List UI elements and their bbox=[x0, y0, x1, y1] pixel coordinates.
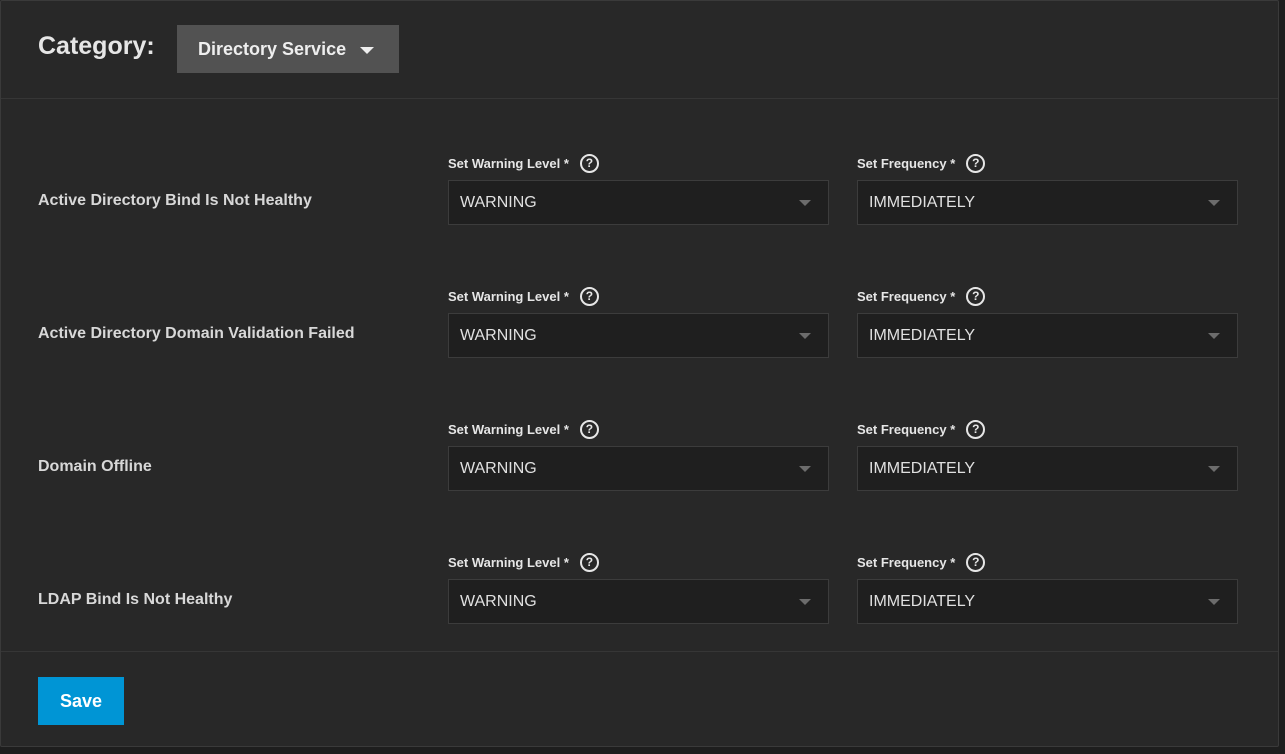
frequency-value: IMMEDIATELY bbox=[869, 592, 976, 610]
alert-label: LDAP Bind Is Not Healthy bbox=[38, 591, 233, 608]
chevron-down-icon bbox=[1208, 466, 1220, 472]
warning-level-value: WARNING bbox=[460, 459, 537, 477]
frequency-label: Set Frequency * bbox=[857, 422, 956, 437]
alert-row: Domain Offline Set Warning Level * ? WAR… bbox=[1, 402, 1278, 535]
frequency-value: IMMEDIATELY bbox=[869, 459, 976, 477]
chevron-down-icon bbox=[360, 47, 375, 54]
alert-settings-panel: Category: Directory Service Active Direc… bbox=[0, 0, 1279, 747]
frequency-value: IMMEDIATELY bbox=[869, 326, 976, 344]
help-circle-icon[interactable]: ? bbox=[579, 420, 599, 439]
warning-level-label: Set Warning Level * bbox=[448, 422, 569, 437]
chevron-down-icon bbox=[1208, 200, 1220, 206]
category-label: Category: bbox=[38, 32, 155, 60]
chevron-down-icon bbox=[1208, 599, 1220, 605]
panel-header: Category: Directory Service bbox=[1, 1, 1278, 99]
frequency-select[interactable]: IMMEDIATELY bbox=[857, 313, 1238, 358]
help-circle-icon[interactable]: ? bbox=[966, 154, 986, 173]
save-button[interactable]: Save bbox=[38, 677, 124, 725]
frequency-value: IMMEDIATELY bbox=[869, 193, 976, 211]
warning-level-select[interactable]: WARNING bbox=[448, 313, 829, 358]
warning-level-select[interactable]: WARNING bbox=[448, 446, 829, 491]
help-circle-icon[interactable]: ? bbox=[966, 420, 986, 439]
warning-level-select[interactable]: WARNING bbox=[448, 579, 829, 624]
help-circle-icon[interactable]: ? bbox=[579, 553, 599, 572]
help-circle-icon[interactable]: ? bbox=[966, 553, 986, 572]
help-circle-icon[interactable]: ? bbox=[579, 154, 599, 173]
frequency-label: Set Frequency * bbox=[857, 156, 956, 171]
help-circle-icon[interactable]: ? bbox=[579, 287, 599, 306]
category-dropdown-button[interactable]: Directory Service bbox=[177, 25, 399, 73]
warning-level-label: Set Warning Level * bbox=[448, 555, 569, 570]
chevron-down-icon bbox=[799, 599, 811, 605]
chevron-down-icon bbox=[799, 466, 811, 472]
alert-label: Domain Offline bbox=[38, 458, 152, 475]
alert-row: Active Directory Domain Validation Faile… bbox=[1, 269, 1278, 402]
alert-row: Active Directory Bind Is Not Healthy Set… bbox=[1, 136, 1278, 269]
frequency-select[interactable]: IMMEDIATELY bbox=[857, 579, 1238, 624]
warning-level-value: WARNING bbox=[460, 326, 537, 344]
alert-label: Active Directory Bind Is Not Healthy bbox=[38, 192, 312, 209]
warning-level-value: WARNING bbox=[460, 592, 537, 610]
frequency-label: Set Frequency * bbox=[857, 289, 956, 304]
alert-row: LDAP Bind Is Not Healthy Set Warning Lev… bbox=[1, 535, 1278, 668]
warning-level-label: Set Warning Level * bbox=[448, 156, 569, 171]
warning-level-label: Set Warning Level * bbox=[448, 289, 569, 304]
chevron-down-icon bbox=[1208, 333, 1220, 339]
alert-label: Active Directory Domain Validation Faile… bbox=[38, 325, 355, 342]
help-circle-icon[interactable]: ? bbox=[966, 287, 986, 306]
frequency-label: Set Frequency * bbox=[857, 555, 956, 570]
panel-footer: Save bbox=[1, 651, 1278, 749]
frequency-select[interactable]: IMMEDIATELY bbox=[857, 180, 1238, 225]
frequency-select[interactable]: IMMEDIATELY bbox=[857, 446, 1238, 491]
chevron-down-icon bbox=[799, 333, 811, 339]
warning-level-select[interactable]: WARNING bbox=[448, 180, 829, 225]
category-dropdown-value: Directory Service bbox=[198, 38, 347, 59]
chevron-down-icon bbox=[799, 200, 811, 206]
warning-level-value: WARNING bbox=[460, 193, 537, 211]
